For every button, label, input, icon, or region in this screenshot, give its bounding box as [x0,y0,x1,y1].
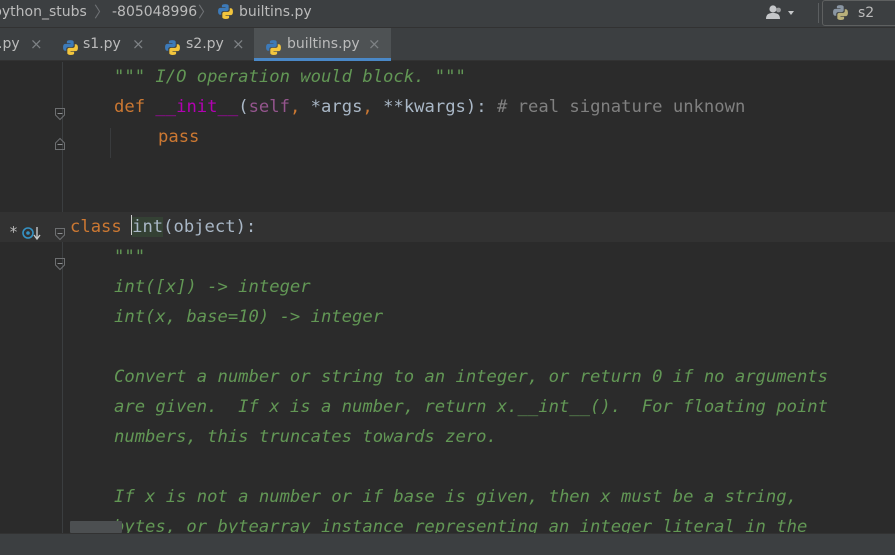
overridden-method-icon[interactable] [22,226,42,242]
code-editor[interactable]: """ I/O operation would block. """ def __… [0,62,895,533]
close-icon[interactable]: × [30,28,43,60]
code-line-text: int([x]) -> integer [114,272,311,302]
code-line[interactable]: are given. If x is a number, return x.__… [0,392,895,422]
breadcrumb-item-python-stubs[interactable]: python_stubs [0,0,87,28]
code-token: If x is not a number or if base is given… [114,487,797,507]
code-line[interactable]: numbers, this truncates towards zero. [0,422,895,452]
indent-guide [110,128,111,158]
fold-marker-icon[interactable] [54,256,66,271]
code-line[interactable]: class int(object): [0,212,895,242]
code-token: , [362,97,384,117]
code-token: numbers, this truncates towards zero. [114,427,497,447]
tab-s2-py[interactable]: s2.py × [154,28,254,61]
code-token: (object): [163,217,257,237]
breadcrumb-separator-icon: 〉 [198,3,214,21]
tab-label: s1.py [83,36,121,52]
code-line-text: If x is not a number or if base is given… [114,482,797,512]
code-line[interactable]: """ I/O operation would block. """ [0,62,895,92]
code-line-text: class int(object): [70,212,256,242]
code-token: def [114,97,156,117]
run-configuration-select[interactable]: s2 [822,0,895,26]
code-line[interactable]: int(x, base=10) -> integer [0,302,895,332]
code-line[interactable] [0,452,895,482]
code-token: self [248,97,290,117]
code-token: *args [310,97,363,117]
python-file-icon [265,36,282,55]
tab-builtins-py[interactable]: builtins.py × [254,28,391,61]
user-account-icon[interactable] [764,3,804,23]
code-line[interactable] [0,152,895,182]
fold-marker-icon[interactable] [54,106,66,121]
code-line-text: def __init__(self, *args, **kwargs): # r… [114,92,745,122]
tab-label: builtins.py [287,36,360,52]
code-token: int [132,217,164,237]
code-line[interactable]: """ [0,242,895,272]
fold-end-marker-icon[interactable] [54,136,66,150]
python-file-icon [62,36,79,55]
python-file-icon [164,36,181,55]
code-line[interactable]: int([x]) -> integer [0,272,895,302]
status-bar [0,533,895,555]
code-line[interactable] [0,182,895,212]
code-token: int(x, base=10) -> integer [114,307,384,327]
code-token: """ I/O operation would block. """ [114,67,466,87]
code-token: pass [158,127,200,147]
bookmark-star-icon: * [9,223,19,241]
code-token: **kwargs): [383,97,497,117]
close-icon[interactable]: × [132,28,145,60]
code-line-text: """ I/O operation would block. """ [114,62,466,92]
code-line[interactable] [0,332,895,362]
code-line[interactable]: def __init__(self, *args, **kwargs): # r… [0,92,895,122]
code-line-text: numbers, this truncates towards zero. [114,422,497,452]
code-token: , [289,97,311,117]
code-line-text: """ [114,242,145,272]
code-line[interactable]: If x is not a number or if base is given… [0,482,895,512]
code-line[interactable]: pass [0,122,895,152]
tab-partial-py[interactable]: .py × [0,28,52,61]
code-line-text: are given. If x is a number, return x.__… [114,392,828,422]
active-tab-indicator [254,58,391,61]
code-token: are given. If x is a number, return x.__… [114,397,828,417]
run-configuration-label: s2 [858,5,875,21]
breadcrumb-item-builtins[interactable]: builtins.py [239,0,312,28]
tab-label: s2.py [186,36,224,52]
code-token: ( [238,97,249,117]
code-line-text: pass [158,122,199,152]
python-file-icon [217,3,234,20]
code-token: """ [114,247,146,267]
tab-s1-py[interactable]: s1.py × [52,28,154,61]
navigation-bar: python_stubs 〉 -805048996 〉 builtins.py … [0,0,895,28]
editor-tab-bar: .py × s1.py × s2.py × builtins.py × [0,28,895,61]
horizontal-scrollbar-thumb[interactable] [70,521,122,533]
tab-label: .py [0,36,20,52]
breadcrumb-separator-icon: 〉 [94,3,110,21]
fold-marker-icon[interactable] [54,226,66,241]
toolbar-divider [818,3,819,23]
code-token: bytes, or bytearray instance representin… [114,517,808,533]
close-icon[interactable]: × [232,28,245,60]
code-token: __init__ [155,97,239,117]
code-line-text: int(x, base=10) -> integer [114,302,383,332]
code-line-text: bytes, or bytearray instance representin… [114,512,807,533]
code-token: Convert a number or string to an integer… [114,367,828,387]
close-icon[interactable]: × [368,28,381,60]
code-token: int([x]) -> integer [114,277,311,297]
code-line-text: Convert a number or string to an integer… [114,362,828,392]
code-token: # real signature unknown [496,97,746,117]
python-file-icon [832,4,849,21]
breadcrumb-item-folder[interactable]: -805048996 [112,0,197,28]
code-line[interactable]: Convert a number or string to an integer… [0,362,895,392]
code-token: class [70,217,133,237]
code-line[interactable]: bytes, or bytearray instance representin… [0,512,895,533]
